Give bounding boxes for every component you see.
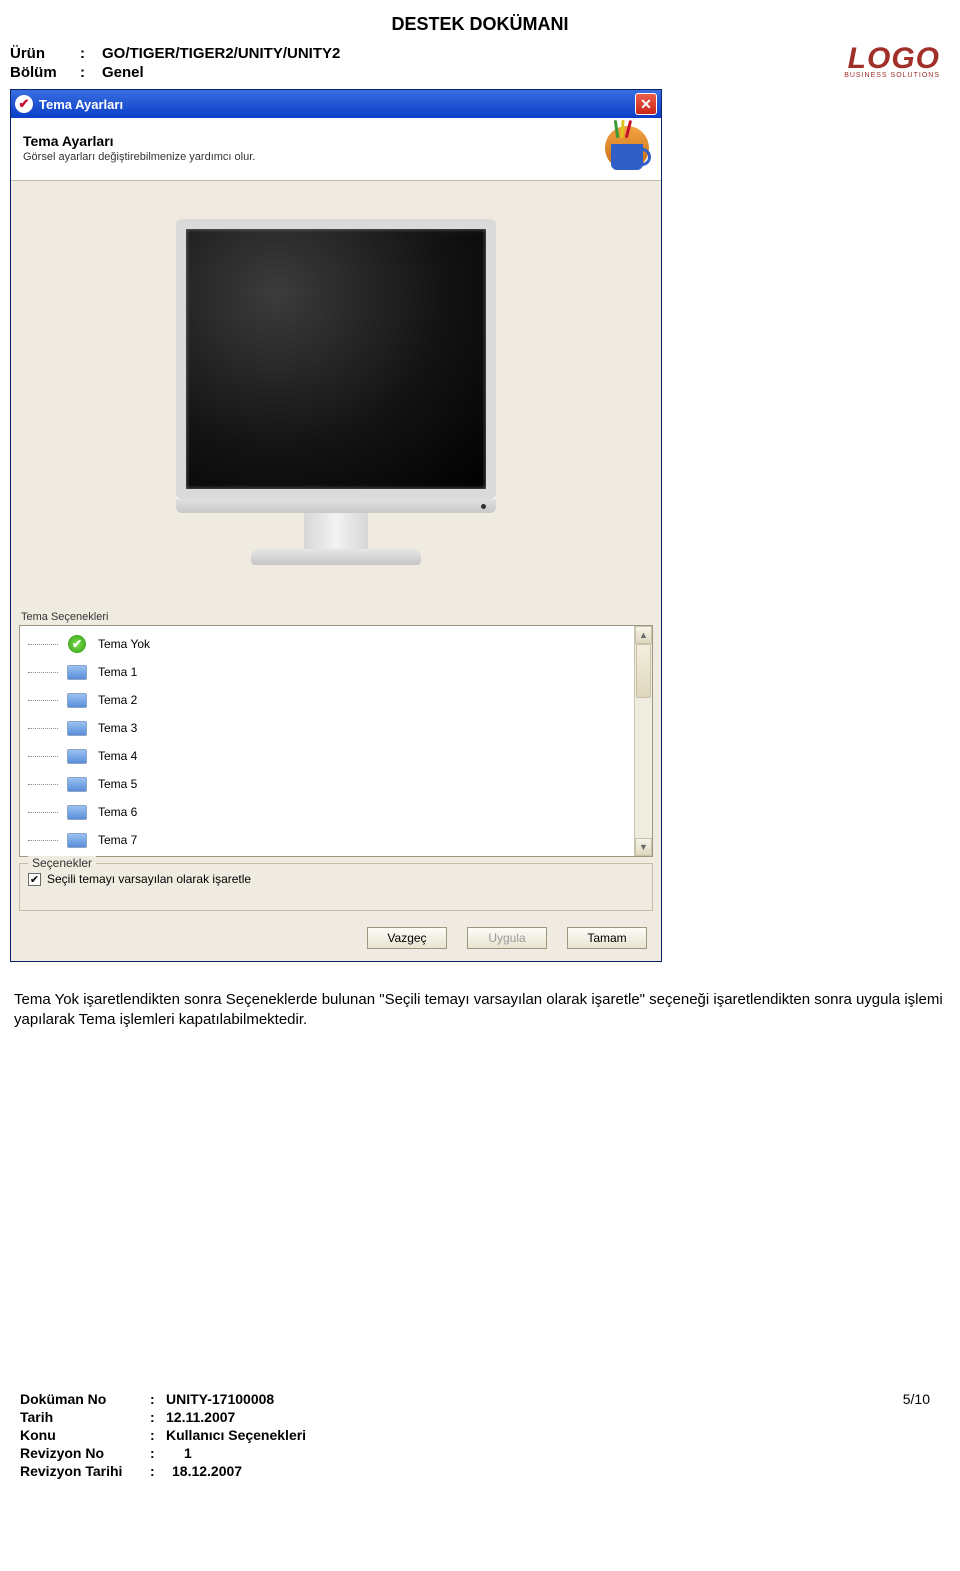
- page-number: 5/10: [903, 1391, 930, 1407]
- topic-label: Konu: [20, 1427, 150, 1443]
- theme-option[interactable]: Tema 2: [20, 686, 634, 714]
- theme-option[interactable]: Tema 7: [20, 826, 634, 854]
- check-circle-icon: ✔: [66, 635, 88, 653]
- theme-thumbnail-icon: [66, 719, 88, 737]
- dialog-button-row: Vazgeç Uygula Tamam: [11, 921, 661, 961]
- theme-settings-dialog: ✔ Tema Ayarları ✕ Tema Ayarları Görsel a…: [10, 89, 662, 962]
- doc-header: Ürün : GO/TIGER/TIGER2/UNITY/UNITY2 Bölü…: [10, 45, 950, 89]
- theme-list[interactable]: ✔ Tema Yok Tema 1 Tema 2 Tema 3 Tema 4 Tema 5 T…: [19, 625, 653, 857]
- theme-option[interactable]: Tema 6: [20, 798, 634, 826]
- theme-thumbnail-icon: [66, 747, 88, 765]
- window-title: Tema Ayarları: [39, 97, 635, 112]
- scroll-thumb[interactable]: [636, 644, 651, 698]
- docno-value: UNITY-17100008: [166, 1391, 274, 1407]
- tree-connector-icon: [28, 746, 66, 766]
- theme-option-label: Tema 5: [98, 777, 137, 791]
- theme-option[interactable]: Tema 5: [20, 770, 634, 798]
- theme-option[interactable]: Tema 1: [20, 658, 634, 686]
- doc-footer: 5/10 Doküman No:UNITY-17100008 Tarih:12.…: [10, 1391, 950, 1479]
- date-label: Tarih: [20, 1409, 150, 1425]
- set-default-checkbox-row[interactable]: ✔ Seçili temayı varsayılan olarak işaret…: [28, 872, 644, 886]
- product-label: Ürün: [10, 45, 80, 62]
- scroll-up-button[interactable]: ▲: [635, 626, 652, 644]
- docno-label: Doküman No: [20, 1391, 150, 1407]
- revno-value: 1: [184, 1445, 192, 1461]
- doc-meta: Ürün : GO/TIGER/TIGER2/UNITY/UNITY2 Bölü…: [10, 45, 340, 83]
- theme-preview: [11, 181, 661, 603]
- tree-connector-icon: [28, 830, 66, 850]
- theme-option-label: Tema 2: [98, 693, 137, 707]
- options-legend: Seçenekler: [28, 856, 96, 870]
- close-button[interactable]: ✕: [635, 93, 657, 115]
- tree-connector-icon: [28, 774, 66, 794]
- tree-connector-icon: [28, 718, 66, 738]
- options-group: Seçenekler ✔ Seçili temayı varsayılan ol…: [19, 863, 653, 911]
- ok-button[interactable]: Tamam: [567, 927, 647, 949]
- theme-option-label: Tema Yok: [98, 637, 150, 651]
- banner-description: Görsel ayarları değiştirebilmenize yardı…: [23, 151, 255, 163]
- doc-title: DESTEK DOKÜMANI: [10, 14, 950, 35]
- set-default-label: Seçili temayı varsayılan olarak işaretle: [47, 872, 251, 886]
- theme-option-label: Tema 3: [98, 721, 137, 735]
- theme-option[interactable]: Tema 3: [20, 714, 634, 742]
- theme-thumbnail-icon: [66, 775, 88, 793]
- set-default-checkbox[interactable]: ✔: [28, 873, 41, 886]
- theme-option-label: Tema 1: [98, 665, 137, 679]
- topic-value: Kullanıcı Seçenekleri: [166, 1427, 306, 1443]
- body-paragraph: Tema Yok işaretlendikten sonra Seçenekle…: [14, 990, 946, 1031]
- theme-thumbnail-icon: [66, 663, 88, 681]
- revdate-label: Revizyon Tarihi: [20, 1463, 150, 1479]
- monitor-icon: [176, 219, 496, 565]
- revdate-value: 18.12.2007: [172, 1463, 242, 1479]
- revno-label: Revizyon No: [20, 1445, 150, 1461]
- theme-thumbnail-icon: [66, 803, 88, 821]
- pencils-mug-icon: [605, 126, 649, 170]
- logo-text: LOGO: [844, 45, 940, 72]
- tree-connector-icon: [28, 690, 66, 710]
- theme-option-label: Tema 4: [98, 749, 137, 763]
- date-value: 12.11.2007: [166, 1409, 235, 1425]
- theme-option-label: Tema 6: [98, 805, 137, 819]
- logo-subtext: BUSINESS SOLUTIONS: [844, 72, 940, 79]
- tree-connector-icon: [28, 662, 66, 682]
- theme-option[interactable]: Tema 4: [20, 742, 634, 770]
- tree-connector-icon: [28, 634, 66, 654]
- banner-heading: Tema Ayarları: [23, 133, 255, 149]
- section-value: Genel: [102, 64, 144, 81]
- brand-logo: LOGO BUSINESS SOLUTIONS: [844, 45, 940, 79]
- tree-connector-icon: [28, 802, 66, 822]
- close-icon: ✕: [640, 96, 652, 113]
- theme-option[interactable]: ✔ Tema Yok: [20, 630, 634, 658]
- section-label: Bölüm: [10, 64, 80, 81]
- theme-list-label: Tema Seçenekleri: [11, 603, 661, 625]
- scroll-down-button[interactable]: ▼: [635, 838, 652, 856]
- product-value: GO/TIGER/TIGER2/UNITY/UNITY2: [102, 45, 340, 62]
- theme-thumbnail-icon: [66, 831, 88, 849]
- scrollbar[interactable]: ▲ ▼: [634, 626, 652, 856]
- app-icon: ✔: [15, 95, 33, 113]
- theme-option-label: Tema 7: [98, 833, 137, 847]
- dialog-banner: Tema Ayarları Görsel ayarları değiştireb…: [11, 118, 661, 181]
- apply-button[interactable]: Uygula: [467, 927, 547, 949]
- titlebar[interactable]: ✔ Tema Ayarları ✕: [11, 90, 661, 118]
- cancel-button[interactable]: Vazgeç: [367, 927, 447, 949]
- theme-thumbnail-icon: [66, 691, 88, 709]
